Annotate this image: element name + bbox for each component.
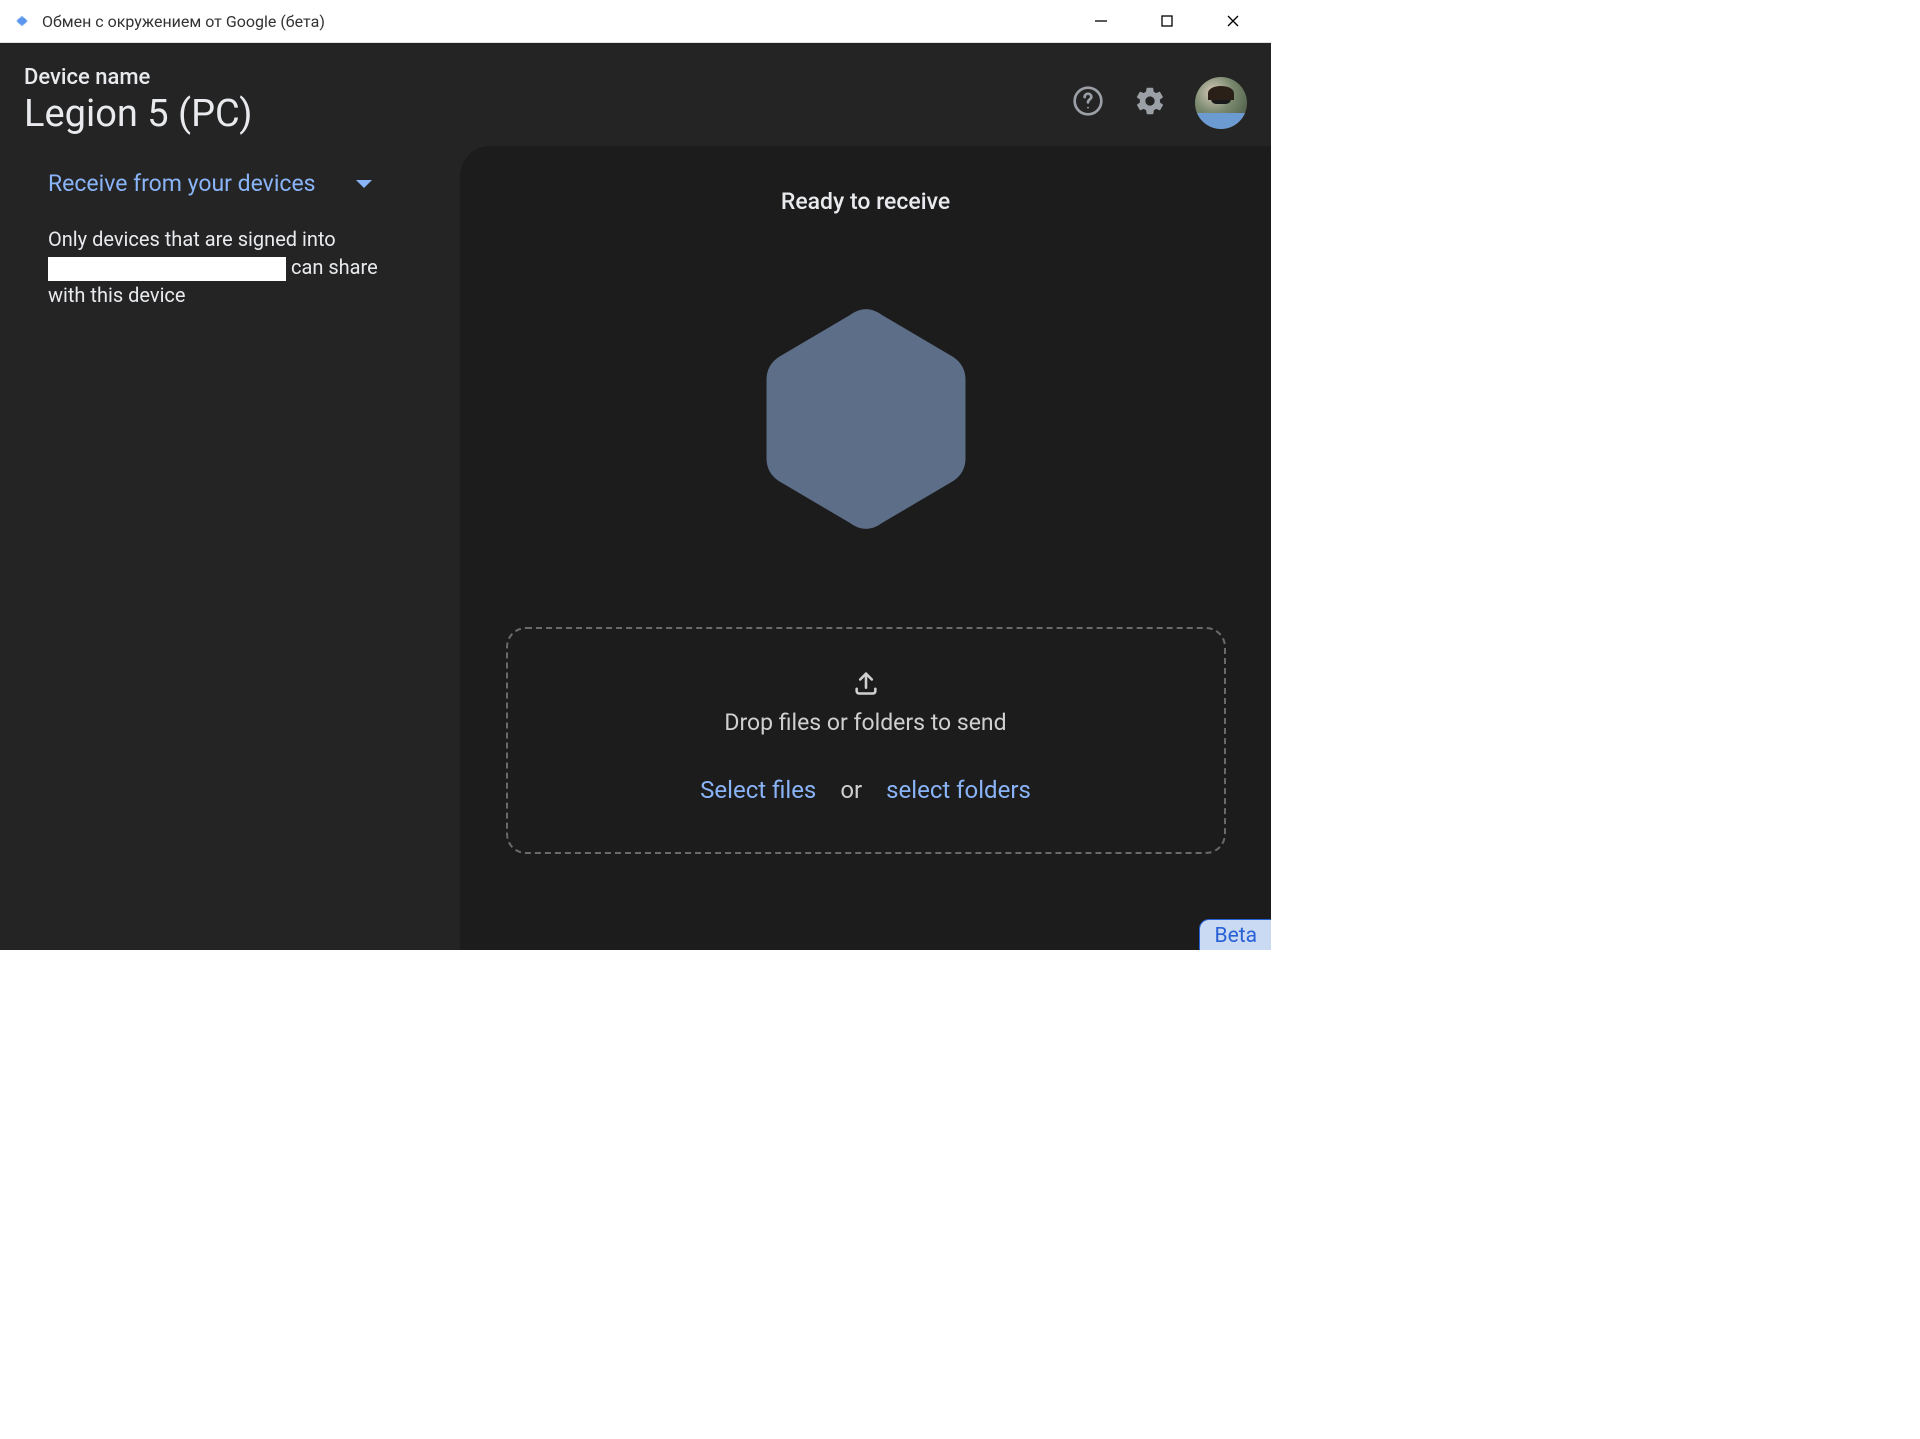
help-icon (1072, 85, 1104, 121)
dropzone[interactable]: Drop files or folders to send Select fil… (506, 627, 1226, 854)
account-avatar[interactable] (1195, 77, 1247, 129)
receive-desc-part1: Only devices that are signed into (48, 227, 336, 251)
receive-mode-dropdown[interactable]: Receive from your devices (48, 170, 412, 197)
ready-status: Ready to receive (781, 188, 950, 215)
redacted-email (48, 257, 286, 281)
app-header: Device name Legion 5 (PC) (0, 43, 1271, 146)
content-row: Receive from your devices Only devices t… (0, 146, 1271, 950)
chevron-down-icon (356, 180, 372, 188)
window-title: Обмен с окружением от Google (бета) (42, 12, 1083, 31)
settings-button[interactable] (1133, 86, 1167, 120)
select-row: Select files or select folders (700, 776, 1031, 804)
app-body: Device name Legion 5 (PC) (0, 43, 1271, 950)
maximize-button[interactable] (1149, 3, 1185, 39)
sidebar: Receive from your devices Only devices t… (0, 146, 460, 950)
help-button[interactable] (1071, 86, 1105, 120)
device-name-value: Legion 5 (PC) (24, 92, 1071, 136)
minimize-button[interactable] (1083, 3, 1119, 39)
window-titlebar: Обмен с окружением от Google (бета) (0, 0, 1271, 43)
blank-bottom (0, 950, 1920, 1439)
main-panel: Ready to receive Drop files or folders t… (460, 146, 1271, 950)
or-separator: or (840, 776, 862, 804)
app-icon (12, 11, 32, 31)
receive-mode-description: Only devices that are signed into can sh… (48, 225, 412, 309)
close-button[interactable] (1215, 3, 1251, 39)
device-name-label: Device name (24, 65, 1071, 90)
header-actions (1071, 77, 1247, 129)
gear-icon (1134, 85, 1166, 121)
app-window: Обмен с окружением от Google (бета) Devi… (0, 0, 1271, 950)
device-info: Device name Legion 5 (PC) (24, 65, 1071, 136)
device-graphic (761, 305, 971, 537)
upload-icon (852, 669, 880, 701)
drop-instructions: Drop files or folders to send (724, 709, 1006, 736)
select-files-link[interactable]: Select files (700, 776, 816, 804)
beta-badge: Beta (1199, 919, 1271, 950)
hexagon-icon (761, 305, 971, 533)
receive-mode-label: Receive from your devices (48, 170, 316, 197)
select-folders-link[interactable]: select folders (886, 776, 1031, 804)
window-controls (1083, 3, 1251, 39)
